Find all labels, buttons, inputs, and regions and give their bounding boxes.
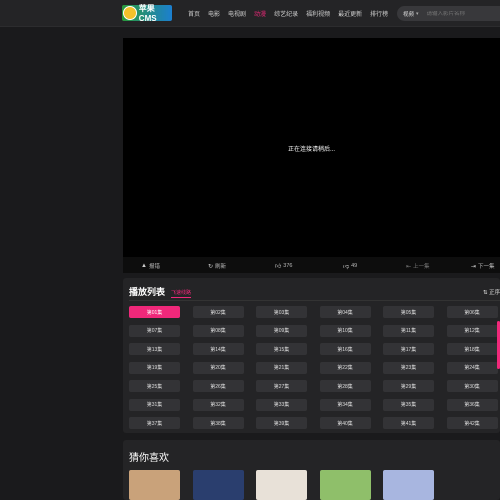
prev-episode-button[interactable]: ⇤ 上一集 [406,262,430,271]
thumbs-down-icon: 👎︎ [343,264,350,270]
episode-button[interactable]: 第10集 [319,324,371,337]
nav-item[interactable]: 排行榜 [370,9,388,18]
episode-button[interactable]: 第36集 [446,398,498,411]
episode-button[interactable]: 第34集 [319,398,371,411]
episode-button[interactable]: 第13集 [129,343,180,355]
episode-button[interactable]: 第01集 [129,306,180,318]
episode-button[interactable]: 第40集 [319,417,371,429]
search-type-select[interactable]: 视频 [403,10,414,18]
playlist-title: 播放列表 [129,287,166,297]
episode-button[interactable]: 第06集 [446,306,498,318]
tab-source[interactable]: 飞速线路 [171,289,192,298]
episode-button[interactable]: 第16集 [319,343,371,355]
episode-button[interactable]: 第30集 [446,380,498,392]
refresh-button[interactable]: ↻ 刷新 [208,262,227,271]
episode-button[interactable]: 第07集 [129,324,180,337]
recommend-title: 猜你喜欢 [129,453,169,464]
report-button[interactable]: ▲ 报错 [141,262,160,270]
episode-button[interactable]: 第04集 [319,306,371,318]
like-count: 376 [283,263,293,269]
episode-button[interactable]: 第26集 [192,380,244,392]
main-nav: 首页 电影 电视剧 动漫 综艺纪录 福利视频 最近更新 排行榜 [188,0,396,27]
episode-button[interactable]: 第08集 [192,324,244,337]
episode-button[interactable]: 第19集 [129,361,180,374]
episode-button[interactable]: 第35集 [383,398,434,411]
prev-icon: ⇤ [406,263,412,270]
refresh-icon: ↻ [208,263,214,270]
recommend-thumbnail[interactable] [192,470,244,500]
dislike-button[interactable]: 👎︎ 49 [343,262,357,270]
episode-button[interactable]: 第18集 [446,343,498,355]
refresh-label: 刷新 [215,264,227,270]
episode-button[interactable]: 第29集 [383,380,434,392]
episode-button[interactable]: 第02集 [192,306,244,318]
loading-text: 正在连接请稍后... [287,147,335,153]
episode-button[interactable]: 第14集 [192,343,244,355]
episode-button[interactable]: 第05集 [383,306,434,318]
sort-icon: ⇅ [482,290,488,296]
episode-button[interactable]: 第23集 [383,361,434,374]
episode-button[interactable]: 第17集 [383,343,434,355]
episode-button[interactable]: 第20集 [192,361,244,374]
sort-label: 正序 [488,290,500,296]
next-icon: ⇥ [471,263,477,270]
next-episode-button[interactable]: ⇥ 下一集 [471,262,495,271]
episode-button[interactable]: 第15集 [256,343,307,355]
recommend-thumbnail[interactable] [319,470,371,500]
top-bar: 苹果CMS 首页 电影 电视剧 动漫 综艺纪录 福利视频 最近更新 排行榜 视频 ▾ [0,0,500,27]
recommend-thumbnail[interactable] [256,470,307,500]
episode-button[interactable]: 第21集 [256,361,307,374]
nav-item[interactable]: 动漫 [254,9,266,18]
episode-button[interactable]: 第27集 [256,380,307,392]
player-control-bar: ▲ 报错 ↻ 刷新 👍︎ 376 👎︎ 49 ⇤ 上一集 ⇥ 下一集 [123,257,500,273]
episode-button[interactable]: 第22集 [319,361,371,374]
like-button[interactable]: 👍︎ 376 [275,262,292,270]
nav-item[interactable]: 综艺纪录 [274,9,298,18]
recommend-panel: 猜你喜欢 [123,440,500,500]
episode-button[interactable]: 第39集 [256,417,307,429]
next-label: 下一集 [478,264,495,270]
site-logo[interactable]: 苹果CMS [122,4,172,23]
episode-button[interactable]: 第11集 [383,324,434,337]
logo-mark-icon [123,6,137,20]
chevron-down-icon[interactable]: ▾ [416,11,419,17]
episode-button[interactable]: 第38集 [192,417,244,429]
episode-button[interactable]: 第37集 [129,417,180,429]
nav-item[interactable]: 电影 [208,9,220,18]
report-label: 报错 [148,264,160,270]
episode-button[interactable]: 第12集 [446,324,498,337]
video-player[interactable]: 正在连接请稍后... ▲ 报错 ↻ 刷新 👍︎ 376 👎︎ 49 ⇤ 上一集 … [123,38,500,273]
recommend-thumbnail[interactable] [383,470,434,500]
search-input[interactable] [426,10,497,17]
episode-button[interactable]: 第41集 [383,417,434,429]
episode-button[interactable]: 第09集 [256,324,307,337]
playlist-panel: 播放列表 飞速线路 ⇅ 正序 第01集 第02集 第03集 第04集 第05集 第06集第… [123,278,500,433]
nav-item[interactable]: 福利视频 [306,9,330,18]
episode-button[interactable]: 第42集 [446,417,498,429]
logo-text: 苹果CMS [138,4,157,23]
episode-button[interactable]: 第03集 [256,306,307,318]
sort-toggle[interactable]: ⇅ 正序 [483,288,500,296]
prev-label: 上一集 [413,264,430,270]
search-box[interactable]: 视频 ▾ [397,6,500,21]
nav-item[interactable]: 首页 [188,9,200,18]
episode-button[interactable]: 第28集 [319,380,371,392]
divider [129,300,500,301]
episode-button[interactable]: 第31集 [129,398,180,411]
warning-icon: ▲ [141,263,147,269]
nav-item[interactable]: 电视剧 [228,9,246,18]
episode-button[interactable]: 第32集 [192,398,244,411]
episode-button[interactable]: 第33集 [256,398,307,411]
dislike-count: 49 [351,263,358,269]
recommend-thumbnail[interactable] [129,470,180,500]
episode-button[interactable]: 第25集 [129,380,180,392]
thumbs-up-icon: 👍︎ [275,264,282,270]
episode-button[interactable]: 第24集 [446,361,498,374]
nav-item[interactable]: 最近更新 [338,9,362,18]
